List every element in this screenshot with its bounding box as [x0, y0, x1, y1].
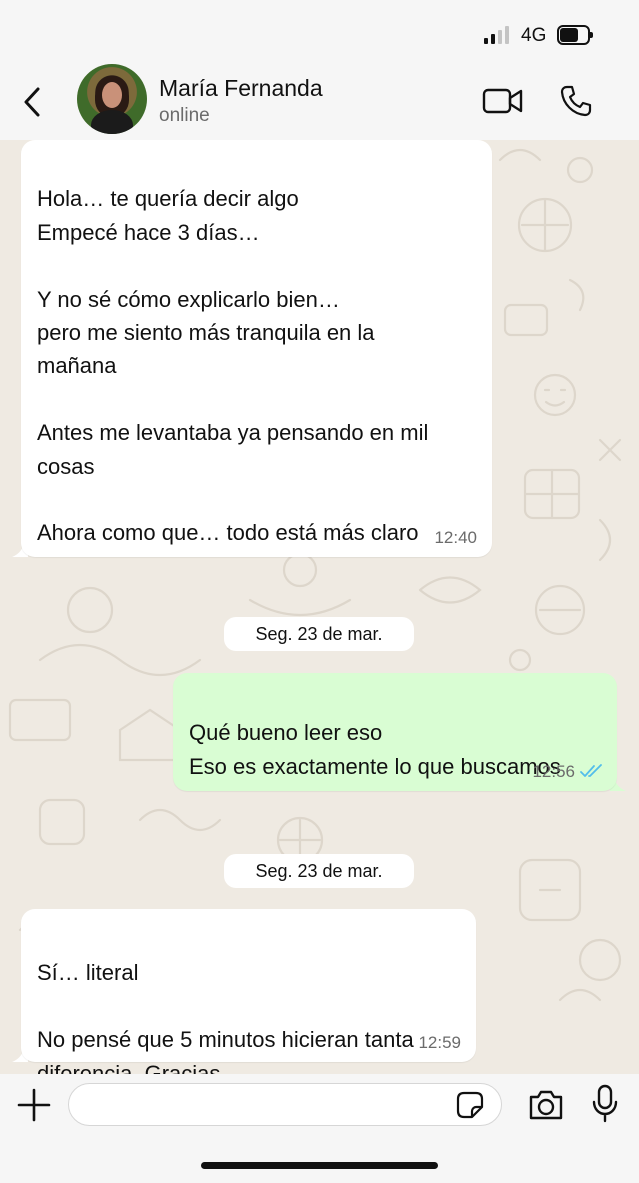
attach-button[interactable]: [17, 1088, 51, 1122]
network-type: 4G: [521, 25, 547, 46]
voice-call-button[interactable]: [559, 84, 593, 118]
avatar[interactable]: [77, 64, 147, 134]
camera-button[interactable]: [527, 1088, 565, 1122]
home-indicator[interactable]: [201, 1162, 438, 1169]
video-call-button[interactable]: [482, 86, 524, 116]
status-bar: 4G: [0, 0, 639, 62]
video-camera-icon: [482, 88, 523, 114]
message-input[interactable]: [68, 1083, 502, 1126]
incoming-message[interactable]: Hola… te quería decir algo Empecé hace 3…: [21, 140, 492, 557]
message-text: Sí… literal No pensé que 5 minutos hicie…: [37, 960, 414, 1074]
back-button[interactable]: [18, 84, 48, 120]
message-time: 12:56: [532, 762, 575, 781]
chat-header: María Fernanda online: [0, 62, 639, 140]
input-bar: [0, 1074, 639, 1183]
double-check-icon: [580, 764, 602, 777]
microphone-button[interactable]: [591, 1084, 619, 1124]
camera-icon: [529, 1090, 563, 1120]
microphone-icon: [592, 1084, 618, 1123]
sticker-button[interactable]: [455, 1090, 485, 1120]
outgoing-message[interactable]: Qué bueno leer eso Eso es exactamente lo…: [173, 673, 617, 791]
date-separator: Seg. 23 de mar.: [224, 854, 414, 888]
date-separator: Seg. 23 de mar.: [224, 617, 414, 651]
incoming-message[interactable]: Sí… literal No pensé que 5 minutos hicie…: [21, 909, 476, 1074]
chevron-left-icon: [24, 87, 40, 117]
sticker-icon: [456, 1091, 484, 1119]
phone-icon: [560, 85, 592, 117]
message-time: 12:59: [418, 1033, 461, 1052]
message-time: 12:40: [434, 528, 477, 547]
message-text: Hola… te quería decir algo Empecé hace 3…: [37, 186, 429, 546]
contact-name[interactable]: María Fernanda: [159, 75, 323, 102]
chat-area[interactable]: Hola… te quería decir algo Empecé hace 3…: [0, 140, 639, 1074]
battery-icon: [557, 25, 593, 45]
contact-status: online: [159, 105, 210, 126]
plus-icon: [17, 1088, 51, 1122]
cellular-signal-icon: [484, 26, 512, 44]
